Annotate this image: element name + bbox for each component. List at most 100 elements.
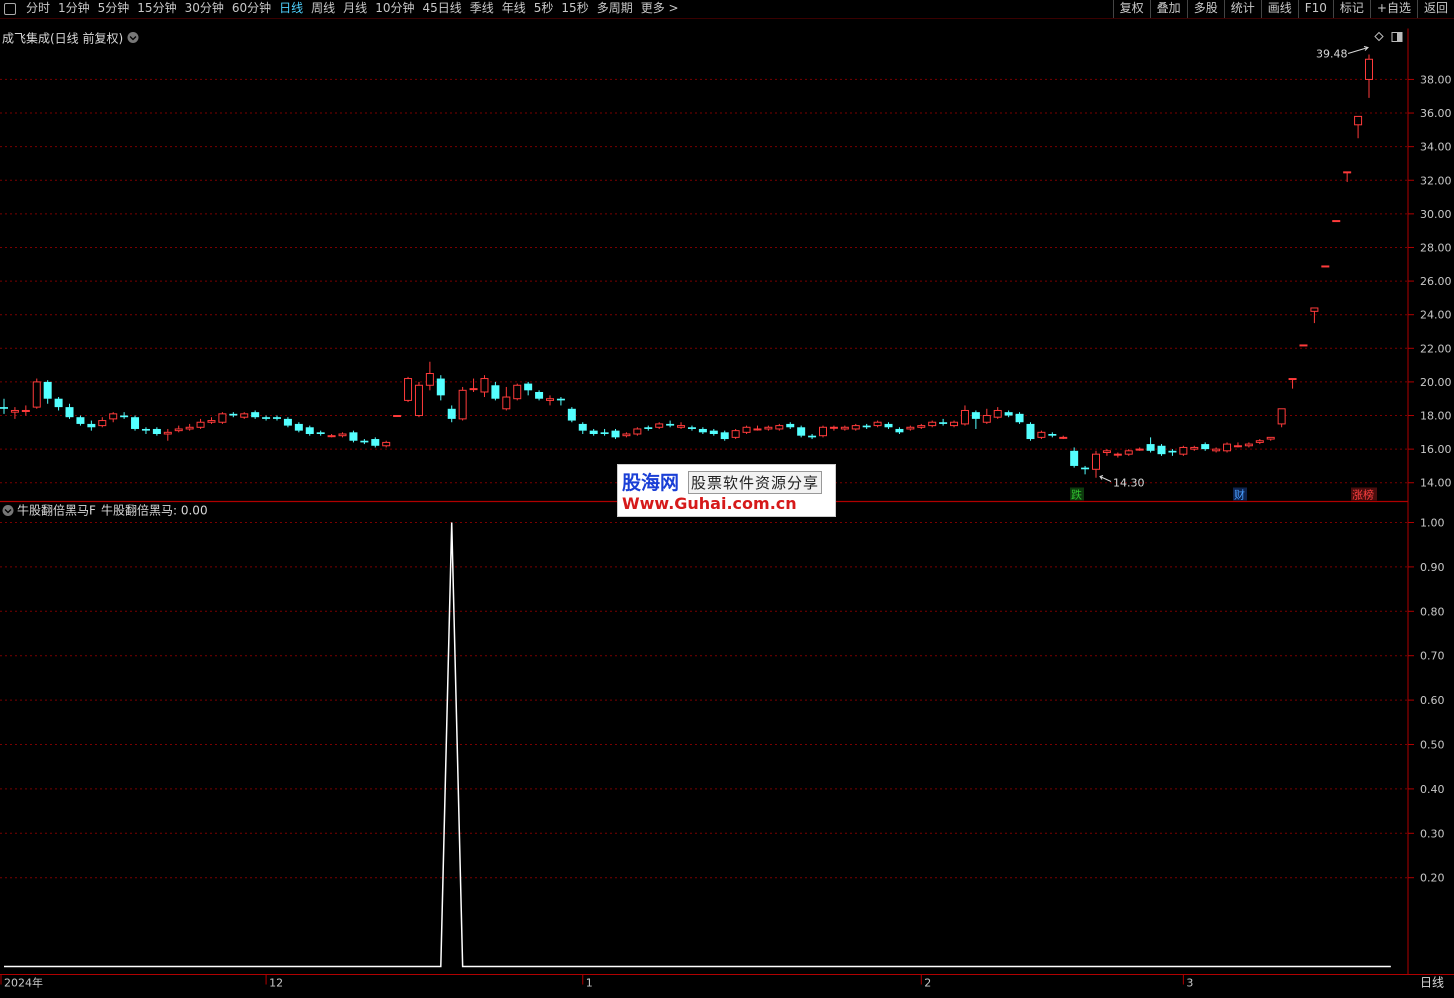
period-tab-11[interactable]: 季线 <box>466 0 498 18</box>
chevron-down-icon[interactable] <box>127 32 139 43</box>
candle-body <box>819 426 827 437</box>
candle <box>786 422 795 429</box>
candle <box>535 390 544 401</box>
candle <box>1113 452 1122 458</box>
period-tab-13[interactable]: 5秒 <box>530 0 558 18</box>
candle-body <box>32 381 41 408</box>
candle-body <box>152 428 161 435</box>
indicator-tick-label: 0.30 <box>1420 827 1445 840</box>
price-tick-label: 36.00 <box>1420 107 1452 120</box>
action-button-5[interactable]: F10 <box>1297 0 1333 18</box>
candle <box>1037 430 1046 440</box>
period-tab-16[interactable]: 更多 > <box>637 0 683 18</box>
candle-body <box>524 383 533 391</box>
period-tab-10[interactable]: 45日线 <box>418 0 465 18</box>
candle-body <box>436 378 445 396</box>
candle <box>185 423 194 431</box>
candle-body <box>764 426 773 430</box>
sidebar-toggle-icon[interactable] <box>4 3 16 15</box>
watermark-url: Www.Guhai.com.cn <box>622 494 797 513</box>
period-tab-4[interactable]: 30分钟 <box>181 0 228 18</box>
period-tab-15[interactable]: 多周期 <box>593 0 637 18</box>
candle <box>349 430 358 443</box>
action-button-2[interactable]: 多股 <box>1186 0 1224 18</box>
period-tab-8[interactable]: 月线 <box>339 0 371 18</box>
period-tab-12[interactable]: 年线 <box>498 0 530 18</box>
candle <box>1092 450 1100 478</box>
candle <box>1244 442 1253 448</box>
period-tab-1[interactable]: 1分钟 <box>54 0 94 18</box>
diamond-icon[interactable] <box>1374 31 1384 42</box>
candle <box>808 434 817 440</box>
candle <box>251 410 260 419</box>
candle-body <box>1081 467 1090 470</box>
candle-body <box>207 420 216 423</box>
action-button-3[interactable]: 统计 <box>1223 0 1261 18</box>
candle-body <box>1190 446 1199 450</box>
price-tick-label: 14.00 <box>1420 477 1452 490</box>
candle <box>218 412 227 424</box>
period-tab-3[interactable]: 15分钟 <box>133 0 180 18</box>
candle-body <box>196 421 205 428</box>
candle-body <box>1299 344 1308 347</box>
candle-body <box>229 413 238 416</box>
price-tick-label: 22.00 <box>1420 342 1452 355</box>
action-button-6[interactable]: 标记 <box>1332 0 1370 18</box>
date-tick-label: 12 <box>269 977 283 990</box>
candle <box>982 408 991 424</box>
indicator-tick-label: 0.60 <box>1420 694 1445 707</box>
period-tab-5[interactable]: 60分钟 <box>228 0 275 18</box>
period-tab-0[interactable]: 分时 <box>22 0 54 18</box>
candle <box>283 417 292 428</box>
action-button-7[interactable]: +自选 <box>1369 0 1417 18</box>
action-button-1[interactable]: 叠加 <box>1149 0 1187 18</box>
marker-rise-list[interactable]: 涨榜 <box>1351 487 1377 502</box>
date-tick-label: 2024年 <box>4 976 43 990</box>
period-tab-7[interactable]: 周线 <box>307 0 339 18</box>
period-tab-2[interactable]: 5分钟 <box>94 0 134 18</box>
candle <box>1179 445 1188 456</box>
indicator-chevron-icon[interactable] <box>2 505 14 516</box>
period-tab-14[interactable]: 15秒 <box>557 0 592 18</box>
candle-body <box>393 415 402 418</box>
candle-body <box>240 413 249 418</box>
watermark-tagline: 股票软件资源分享 <box>688 471 823 494</box>
action-button-8[interactable]: 返回 <box>1416 0 1454 18</box>
candle-body <box>109 413 118 420</box>
indicator-tick-label: 0.80 <box>1420 605 1445 618</box>
candle-body <box>1233 445 1242 448</box>
candle-body <box>141 428 150 431</box>
candle <box>21 405 30 416</box>
candle-body <box>851 425 860 430</box>
period-tab-6[interactable]: 日线 <box>275 0 307 18</box>
price-tick-label: 28.00 <box>1420 241 1452 254</box>
action-button-0[interactable]: 复权 <box>1112 0 1150 18</box>
marker-fall[interactable]: 跌 <box>1070 487 1084 502</box>
action-button-4[interactable]: 画线 <box>1260 0 1298 18</box>
candle-body <box>829 426 838 429</box>
candle-body <box>338 433 347 437</box>
marker-finance[interactable]: 财 <box>1233 487 1247 502</box>
candle <box>141 427 150 435</box>
high-arrow-icon <box>1347 46 1369 54</box>
candle <box>1048 432 1057 438</box>
candle <box>524 381 533 396</box>
candle <box>229 412 238 418</box>
period-tab-9[interactable]: 10分钟 <box>371 0 418 18</box>
indicator-line <box>4 522 1391 968</box>
candle-body <box>502 396 511 410</box>
candle-body <box>928 421 937 427</box>
candle <box>120 412 129 419</box>
candle-body <box>1332 220 1341 223</box>
candle-body <box>1102 450 1111 453</box>
candle-body <box>655 423 664 428</box>
candle-body <box>294 423 303 431</box>
candle <box>1102 449 1111 456</box>
candle-body <box>709 430 718 435</box>
indicator-tick-label: 1.00 <box>1420 517 1445 530</box>
candle <box>797 425 806 438</box>
candle-body <box>906 426 915 430</box>
candle <box>480 375 489 398</box>
indicator-value: 牛股翻倍黑马: 0.00 <box>101 503 208 518</box>
candle-body <box>720 432 729 440</box>
